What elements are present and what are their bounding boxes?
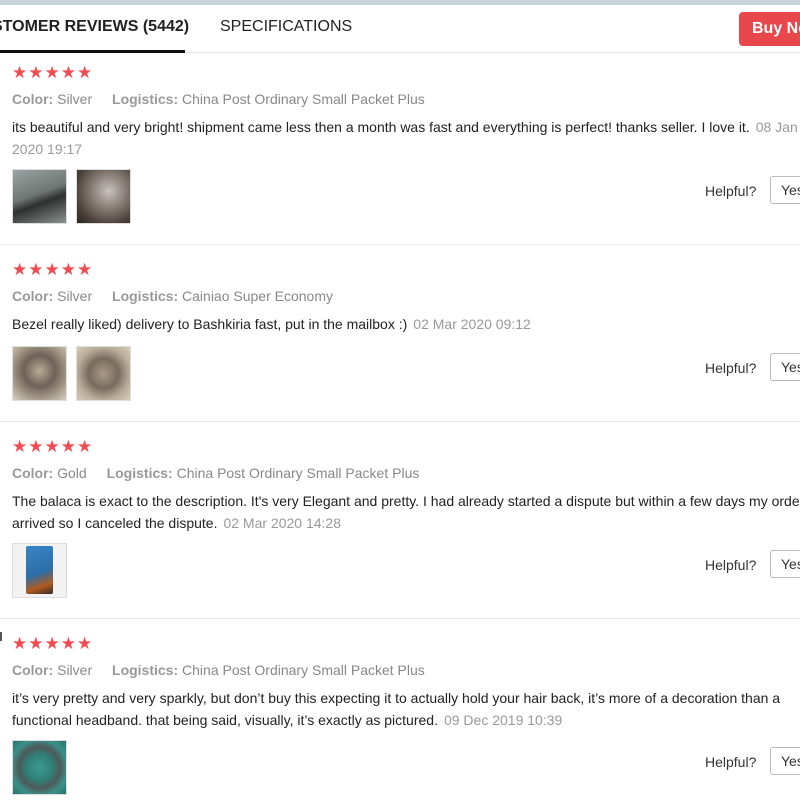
helpful-label: Helpful? — [705, 183, 757, 199]
review-photo-thumbnail[interactable] — [12, 740, 67, 795]
review-photos — [12, 740, 72, 795]
color-label: Color: — [12, 465, 54, 481]
helpful-label: Helpful? — [705, 360, 757, 376]
color-value: Gold — [57, 465, 87, 481]
review-text: The balaca is exact to the description. … — [12, 490, 800, 534]
review-photos — [12, 169, 136, 224]
review-photo-thumbnail[interactable] — [12, 543, 67, 598]
helpful-yes-button[interactable]: Yes — [770, 550, 800, 578]
review-item: ★★★★★ Color: Silver Logistics: Cainiao S… — [0, 252, 800, 422]
review-text: its beautiful and very bright! shipment … — [12, 116, 800, 160]
review-body: its beautiful and very bright! shipment … — [12, 119, 750, 135]
star-rating: ★★★★★ — [12, 63, 94, 82]
review-date: 02 Mar 2020 14:28 — [223, 515, 341, 531]
color-label: Color: — [12, 288, 54, 304]
buy-now-button[interactable]: Buy No — [739, 12, 800, 46]
review-photo-thumbnail[interactable] — [76, 169, 132, 224]
review-date: 02 Mar 2020 09:12 — [413, 316, 531, 332]
helpful-yes-button[interactable]: Yes — [770, 176, 800, 204]
review-item: ★★★★★ Color: Silver Logistics: China Pos… — [0, 55, 800, 245]
color-value: Silver — [57, 288, 93, 304]
tab-specifications[interactable]: SPECIFICATIONS — [220, 18, 352, 36]
helpful-yes-button[interactable]: Yes — [770, 747, 800, 775]
logistics-value: China Post Ordinary Small Packet Plus — [182, 662, 425, 678]
review-item: ★★★★★ Color: Silver Logistics: China Pos… — [0, 626, 800, 800]
star-rating: ★★★★★ — [12, 260, 94, 279]
color-label: Color: — [12, 662, 54, 678]
review-body: Bezel really liked) delivery to Bashkiri… — [12, 316, 408, 332]
logistics-value: Cainiao Super Economy — [182, 288, 334, 304]
review-photos — [12, 543, 72, 598]
helpful-label: Helpful? — [705, 754, 757, 770]
star-rating: ★★★★★ — [12, 437, 94, 456]
active-tab-indicator — [0, 50, 185, 53]
review-date: 09 Dec 2019 10:39 — [443, 712, 563, 728]
logistics-label: Logistics: — [112, 662, 179, 678]
review-photo-thumbnail[interactable] — [76, 346, 132, 401]
review-photo-thumbnail[interactable] — [12, 346, 67, 401]
logistics-value: China Post Ordinary Small Packet Plus — [176, 465, 420, 481]
review-photo-thumbnail[interactable] — [12, 169, 67, 224]
review-meta: Color: Gold Logistics: China Post Ordina… — [12, 465, 419, 481]
review-photos — [12, 346, 136, 401]
review-text: Bezel really liked) delivery to Bashkiri… — [12, 313, 800, 335]
logistics-value: China Post Ordinary Small Packet Plus — [182, 91, 425, 107]
tab-bar: STOMER REVIEWS (5442) SPECIFICATIONS Buy… — [0, 5, 800, 53]
color-label: Color: — [12, 91, 54, 107]
logistics-label: Logistics: — [106, 465, 173, 481]
logistics-label: Logistics: — [112, 288, 179, 304]
helpful-label: Helpful? — [705, 557, 757, 573]
review-meta: Color: Silver Logistics: China Post Ordi… — [12, 91, 425, 107]
tab-customer-reviews[interactable]: STOMER REVIEWS (5442) — [0, 18, 189, 36]
logistics-label: Logistics: — [112, 91, 179, 107]
review-body: The balaca is exact to the description. … — [12, 493, 800, 531]
star-rating: ★★★★★ — [12, 634, 94, 653]
review-meta: Color: Silver Logistics: China Post Ordi… — [12, 662, 425, 678]
review-text: it’s very pretty and very sparkly, but d… — [12, 687, 800, 731]
review-item: ★★★★★ Color: Gold Logistics: China Post … — [0, 429, 800, 619]
color-value: Silver — [57, 91, 93, 107]
review-meta: Color: Silver Logistics: Cainiao Super E… — [12, 288, 333, 304]
review-body: it’s very pretty and very sparkly, but d… — [12, 690, 781, 728]
color-value: Silver — [57, 662, 93, 678]
helpful-yes-button[interactable]: Yes — [770, 353, 800, 381]
